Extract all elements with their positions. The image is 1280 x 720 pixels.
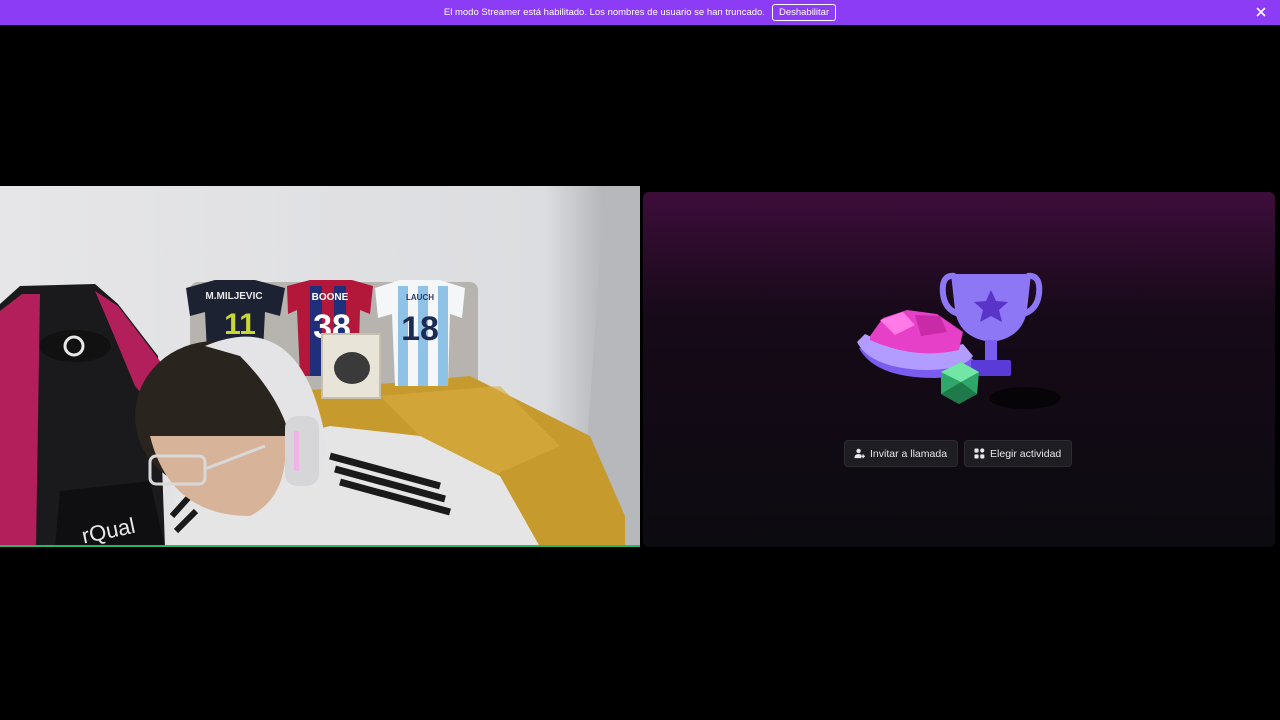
streamer-mode-banner: El modo Streamer está habilitado. Los no… — [0, 0, 1280, 25]
jersey-2-name: BOONE — [312, 292, 349, 303]
invite-to-call-button[interactable]: Invitar a llamada — [844, 440, 959, 467]
jersey-3-number: 18 — [401, 310, 439, 348]
add-user-icon — [854, 448, 865, 459]
trophy-illustration — [857, 272, 1061, 409]
disable-streamer-mode-button[interactable]: Deshabilitar — [771, 4, 837, 21]
call-actions: Invitar a llamada Elegir actividad — [844, 440, 1073, 467]
jersey-1-number: 11 — [224, 308, 256, 341]
activity-grid-icon — [974, 448, 985, 459]
streamer-mode-message: El modo Streamer está habilitado. Los no… — [443, 7, 765, 18]
jersey-3-name: LAUCH — [406, 293, 434, 302]
choose-activity-button[interactable]: Elegir actividad — [964, 440, 1073, 467]
participant-video-tile[interactable]: M.MILJEVIC 11 BOONE 38 LAUCH 18 rQual — [0, 186, 640, 547]
jersey-1-name: M.MILJEVIC — [205, 291, 262, 302]
invite-to-call-label: Invitar a llamada — [870, 447, 948, 460]
close-icon[interactable] — [1254, 5, 1268, 19]
call-stage: M.MILJEVIC 11 BOONE 38 LAUCH 18 rQual In… — [0, 25, 1280, 720]
choose-activity-label: Elegir actividad — [990, 447, 1062, 460]
camera-video-frame: M.MILJEVIC 11 BOONE 38 LAUCH 18 rQual — [0, 186, 640, 545]
empty-call-tile: Invitar a llamada Elegir actividad — [643, 192, 1275, 547]
